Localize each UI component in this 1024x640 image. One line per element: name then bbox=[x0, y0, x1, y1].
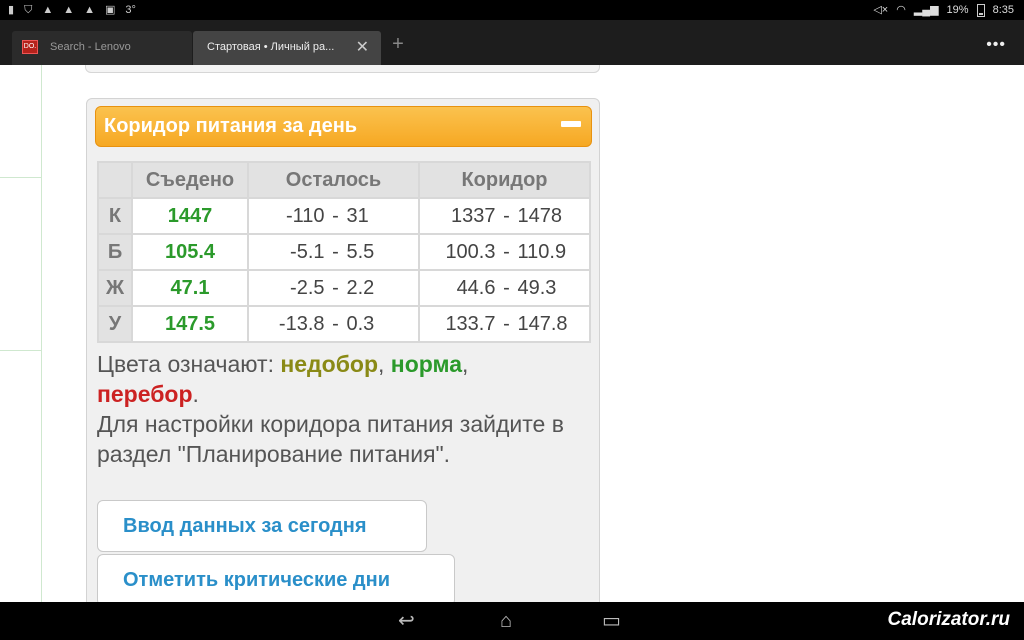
status-bar: ▮ ⛉ ▲ ▲ ▲ ▣ 3° ◁× ◠ ▂▄▆ 19% 8:35 bbox=[0, 0, 1024, 20]
corridor-range: 100.3-110.9 bbox=[418, 233, 591, 271]
settings-hint: Для настройки коридора питания зайдите в… bbox=[97, 411, 564, 467]
remaining-from: -5.1 bbox=[290, 240, 325, 263]
enter-data-button[interactable]: Ввод данных за сегодня bbox=[97, 500, 427, 552]
wifi-icon: ◠ bbox=[896, 4, 906, 16]
corridor-from: 133.7 bbox=[445, 312, 496, 335]
remaining-range: -110-31 bbox=[247, 197, 420, 235]
eaten-value: 105.4 bbox=[131, 233, 249, 271]
battery-percent: 19% bbox=[946, 4, 969, 16]
new-tab-button[interactable]: + bbox=[386, 34, 410, 58]
tab-title: Стартовая • Личный ра... bbox=[207, 41, 335, 53]
column-header: Осталось bbox=[247, 161, 420, 199]
corridor-to: 1478 bbox=[517, 204, 563, 227]
legend-comma: , bbox=[462, 351, 469, 377]
remaining-range: -2.5-2.2 bbox=[247, 269, 420, 307]
remaining-to: 5.5 bbox=[346, 240, 375, 263]
eaten-value: 1447 bbox=[131, 197, 249, 235]
warning-icon: ▲ bbox=[63, 4, 75, 16]
legend-over: перебор bbox=[97, 381, 193, 407]
recent-apps-icon[interactable]: ▭ bbox=[602, 610, 621, 632]
widget-header[interactable]: Коридор питания за день bbox=[95, 106, 592, 147]
table-header-row: Съедено Осталось Коридор bbox=[97, 161, 591, 199]
nutrition-corridor-widget: Коридор питания за день Съедено Осталось… bbox=[86, 98, 600, 602]
watermark: Calorizator.ru bbox=[887, 609, 1010, 630]
corridor-from: 1337 bbox=[451, 204, 496, 227]
legend-prefix: Цвета означают: bbox=[97, 351, 281, 377]
web-page: Коридор питания за день Съедено Осталось… bbox=[0, 65, 1024, 602]
corridor-from: 100.3 bbox=[445, 240, 496, 263]
corridor-from: 44.6 bbox=[456, 276, 496, 299]
legend-period: . bbox=[192, 381, 199, 407]
row-label: Ж bbox=[97, 269, 133, 307]
browser-tab-bar: DO. Search - Lenovo Стартовая • Личный р… bbox=[0, 20, 1024, 65]
row-label: У bbox=[97, 305, 133, 343]
widget-title: Коридор питания за день bbox=[104, 115, 358, 137]
eaten-value: 47.1 bbox=[131, 269, 249, 307]
legend-text: Цвета означают: недобор, норма, перебор.… bbox=[97, 349, 567, 469]
dash: - bbox=[332, 312, 339, 335]
table-row: К 1447 -110-31 1337-1478 bbox=[97, 197, 591, 235]
legend-norm: норма bbox=[390, 351, 462, 377]
remaining-from: -110 bbox=[285, 204, 325, 227]
navigation-bar: ↩ ⌂ ▭ Calorizator.ru bbox=[0, 602, 1024, 640]
weather-text: 3° bbox=[125, 4, 136, 16]
dash: - bbox=[332, 240, 339, 263]
signal-icon: ▂▄▆ bbox=[913, 4, 939, 16]
remaining-to: 0.3 bbox=[346, 312, 375, 335]
collapse-icon[interactable] bbox=[561, 121, 581, 127]
remaining-from: -2.5 bbox=[290, 276, 325, 299]
remaining-to: 31 bbox=[346, 204, 369, 227]
remaining-to: 2.2 bbox=[346, 276, 375, 299]
dash: - bbox=[503, 276, 510, 299]
corridor-range: 133.7-147.8 bbox=[418, 305, 591, 343]
home-icon[interactable]: ⌂ bbox=[500, 610, 512, 632]
mark-critical-days-button[interactable]: Отметить критические дни bbox=[97, 554, 455, 602]
row-label: Б bbox=[97, 233, 133, 271]
warning-icon: ▲ bbox=[42, 4, 54, 16]
dash: - bbox=[332, 276, 339, 299]
back-icon[interactable]: ↩ bbox=[398, 610, 415, 632]
favicon-icon: DO. bbox=[22, 40, 38, 54]
dash: - bbox=[503, 204, 510, 227]
divider bbox=[41, 65, 42, 602]
nutrition-table: Съедено Осталось Коридор К 1447 -110-31 … bbox=[97, 161, 591, 343]
previous-widget-bottom bbox=[85, 65, 600, 73]
divider bbox=[0, 177, 42, 178]
dash: - bbox=[503, 240, 510, 263]
corridor-to: 147.8 bbox=[517, 312, 568, 335]
table-row: Б 105.4 -5.1-5.5 100.3-110.9 bbox=[97, 233, 591, 271]
table-row: Ж 47.1 -2.5-2.2 44.6-49.3 bbox=[97, 269, 591, 307]
divider bbox=[0, 350, 42, 351]
menu-icon[interactable]: ••• bbox=[986, 36, 1006, 54]
tab-start-page[interactable]: Стартовая • Личный ра... ✕ bbox=[193, 31, 381, 65]
eaten-value: 147.5 bbox=[131, 305, 249, 343]
shield-icon: ⛉ bbox=[24, 4, 33, 16]
battery-icon bbox=[976, 3, 985, 17]
dash: - bbox=[503, 312, 510, 335]
table-row: У 147.5 -13.8-0.3 133.7-147.8 bbox=[97, 305, 591, 343]
tab-title: Search - Lenovo bbox=[50, 41, 131, 53]
legend-under: недобор bbox=[280, 351, 379, 377]
remaining-range: -13.8-0.3 bbox=[247, 305, 420, 343]
column-header bbox=[97, 161, 133, 199]
remaining-from: -13.8 bbox=[278, 312, 325, 335]
tab-search-lenovo[interactable]: DO. Search - Lenovo bbox=[12, 31, 192, 65]
remaining-range: -5.1-5.5 bbox=[247, 233, 420, 271]
legend-comma: , bbox=[378, 351, 391, 377]
corridor-to: 49.3 bbox=[517, 276, 557, 299]
corridor-to: 110.9 bbox=[517, 240, 567, 263]
column-header: Коридор bbox=[418, 161, 591, 199]
row-label: К bbox=[97, 197, 133, 235]
corridor-range: 44.6-49.3 bbox=[418, 269, 591, 307]
image-icon: ▣ bbox=[104, 4, 116, 16]
warning-icon: ▲ bbox=[84, 4, 95, 16]
clock: 8:35 bbox=[992, 4, 1014, 16]
dash: - bbox=[332, 204, 339, 227]
mute-icon: ◁× bbox=[873, 4, 889, 16]
column-header: Съедено bbox=[131, 161, 249, 199]
corridor-range: 1337-1478 bbox=[418, 197, 591, 235]
usb-icon: ▮ bbox=[8, 4, 15, 16]
close-icon[interactable]: ✕ bbox=[356, 37, 369, 57]
